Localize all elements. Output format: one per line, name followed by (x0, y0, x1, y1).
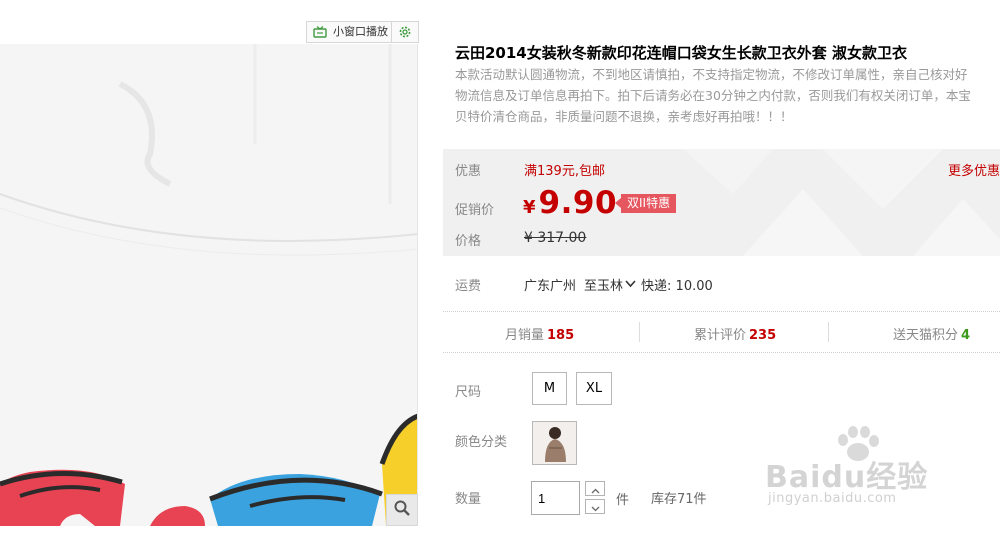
shipping-label: 运费 (455, 279, 482, 294)
quantity-label: 数量 (455, 492, 482, 507)
destination-selector[interactable]: 至玉林 (584, 275, 641, 294)
subtitle-line: 贝特价清仓商品，非质量问题不退换，亲考虑好再拍哦！！！ (455, 109, 793, 124)
sale-price: ¥ 9.90 (523, 185, 617, 221)
baidu-watermark: Baidu经验 jingyan.baidu.com (760, 424, 960, 514)
mini-window-label: 小窗口播放 (333, 22, 392, 42)
subtitle-line: 本款活动默认圆通物流，不到地区请慎拍，不支持指定物流，不修改订单属性，亲自己核对… (455, 67, 968, 82)
color-label: 颜色分类 (455, 435, 508, 450)
quantity-increase-button[interactable] (585, 481, 605, 496)
product-title: 云田2014女装秋冬新款印花连帽口袋女生长款卫衣外套 淑女款卫衣 (455, 44, 907, 62)
chevron-down-icon (591, 497, 600, 516)
watermark-text: Baidu经验 (765, 460, 929, 495)
color-swatch[interactable] (532, 421, 577, 465)
watermark-url: jingyan.baidu.com (768, 491, 897, 506)
currency-symbol: ¥ (523, 197, 536, 218)
price-panel: 优惠 满139元,包邮 更多优惠 促销价 ¥ 9.90 双II特惠 价格 ¥ 3… (443, 149, 1000, 256)
mini-window-play-button[interactable]: 小窗口播放 (306, 21, 419, 43)
product-image[interactable] (0, 44, 418, 526)
size-option-xl[interactable]: XL (576, 372, 612, 405)
reviews-value: 235 (749, 328, 777, 343)
shipping-info: 广东广州 至玉林 快递: 10.00 (524, 275, 713, 294)
zoom-button[interactable] (386, 494, 418, 526)
original-price: ¥ 317.00 (524, 230, 587, 246)
size-option-m[interactable]: M (532, 372, 567, 405)
promo-value: 满139元,包邮 (524, 164, 605, 179)
divider (828, 322, 829, 342)
sale-price-label: 促销价 (455, 203, 495, 218)
magnifier-icon (393, 499, 411, 521)
promo-badge: 双II特惠 (614, 194, 677, 213)
chevron-down-icon (625, 277, 636, 292)
stock-count: 库存71件 (651, 492, 707, 507)
more-promotions-link[interactable]: 更多优惠 (948, 160, 1000, 179)
tv-icon (307, 22, 333, 42)
product-subtitle: 本款活动默认圆通物流，不到地区请慎拍，不支持指定物流，不修改订单属性，亲自己核对… (455, 64, 1000, 128)
gear-icon[interactable] (392, 22, 418, 42)
quantity-input[interactable] (531, 481, 580, 515)
size-label: 尺码 (455, 385, 482, 400)
stats-bar: 月销量 185 累计评价 235 送天猫积分 4 (443, 311, 1000, 353)
quantity-decrease-button[interactable] (585, 499, 605, 514)
subtitle-line: 物流信息及订单信息再拍下。拍下后请务必在30分钟之内付款，否则我们有权关闭订单，… (455, 88, 971, 103)
monthly-sales-value: 185 (547, 328, 575, 343)
divider (639, 322, 640, 342)
express-fee: 快递: 10.00 (641, 279, 713, 294)
promo-label: 优惠 (455, 164, 482, 179)
chevron-up-icon (591, 479, 600, 498)
reviews-link[interactable]: 累计评价 235 (694, 324, 776, 343)
sale-price-value: 9.90 (538, 185, 618, 221)
shipping-destination: 至玉林 (584, 279, 624, 294)
tmall-points: 送天猫积分 4 (893, 328, 971, 343)
monthly-sales: 月销量 185 (505, 328, 575, 343)
price-label: 价格 (455, 234, 482, 249)
quantity-unit: 件 (616, 493, 630, 508)
swatch-thumbnail (533, 422, 576, 464)
points-value: 4 (961, 328, 971, 343)
shipping-origin: 广东广州 (524, 279, 577, 294)
